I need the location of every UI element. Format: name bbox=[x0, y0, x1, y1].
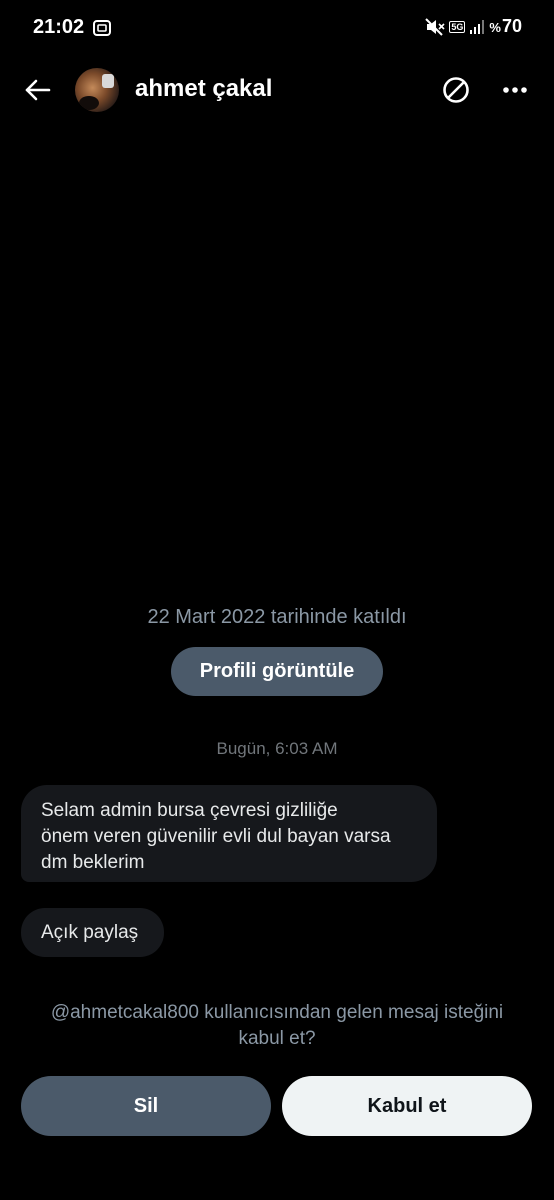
status-time: 21:02 bbox=[33, 16, 85, 38]
signal-icon bbox=[470, 19, 485, 34]
request-line: kabul et? bbox=[238, 1028, 316, 1049]
block-icon[interactable] bbox=[441, 75, 471, 105]
more-icon[interactable] bbox=[500, 75, 530, 105]
message-line: dm beklerim bbox=[41, 852, 145, 873]
accept-button[interactable]: Kabul et bbox=[282, 1076, 532, 1136]
screenshot-icon bbox=[93, 20, 111, 36]
message-bubble[interactable]: Selam admin bursa çevresi gizliliğe önem… bbox=[21, 785, 437, 882]
message-bubble-share[interactable]: Açık paylaş bbox=[21, 908, 164, 957]
view-profile-button[interactable]: Profili görüntüle bbox=[171, 647, 383, 696]
battery-level: 70 bbox=[501, 16, 522, 36]
request-line: @ahmetcakal800 kullanıcısından gelen mes… bbox=[50, 1002, 504, 1023]
delete-button[interactable]: Sil bbox=[21, 1076, 271, 1136]
avatar-shadow bbox=[79, 96, 99, 110]
mute-icon bbox=[425, 17, 445, 36]
battery-percent-sign: % bbox=[489, 20, 501, 35]
message-text: Açık paylaş bbox=[41, 921, 139, 943]
joined-date-text: 22 Mart 2022 tarihinde katıldı bbox=[147, 606, 407, 628]
status-indicators: 5G %70 bbox=[425, 16, 522, 37]
back-arrow-icon[interactable] bbox=[22, 74, 54, 106]
message-line: önem veren güvenilir evli dul bayan vars… bbox=[41, 826, 391, 847]
conversation-header: ahmet çakal bbox=[0, 62, 554, 118]
avatar-highlight bbox=[102, 74, 114, 88]
message-line: Selam admin bursa çevresi gizliliğe bbox=[41, 800, 338, 821]
contact-name[interactable]: ahmet çakal bbox=[135, 75, 272, 103]
message-request-prompt: @ahmetcakal800 kullanıcısından gelen mes… bbox=[20, 1000, 534, 1052]
battery-indicator: %70 bbox=[489, 16, 522, 37]
message-timestamp: Bugün, 6:03 AM bbox=[216, 739, 338, 758]
avatar[interactable] bbox=[75, 68, 119, 112]
network-badge: 5G bbox=[449, 20, 466, 33]
status-bar: 21:02 5G %70 bbox=[0, 0, 554, 58]
